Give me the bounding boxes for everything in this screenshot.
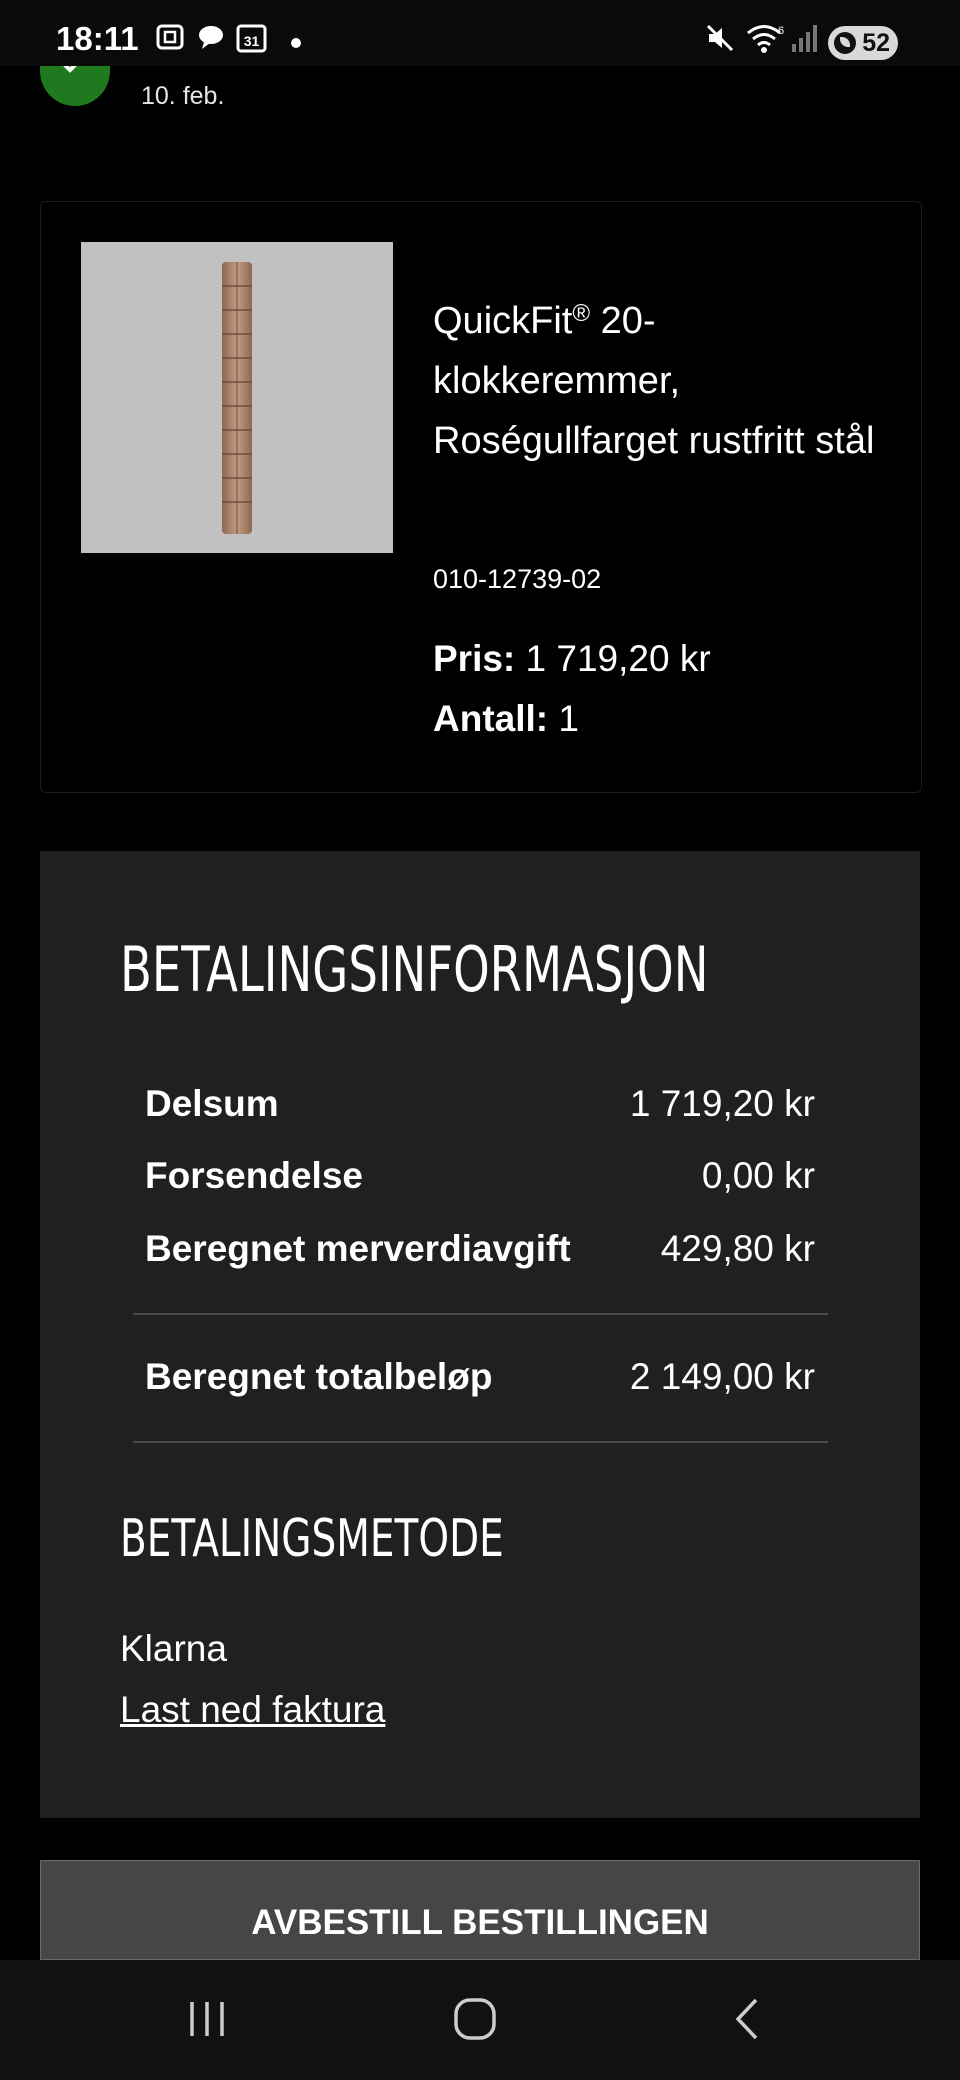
back-icon[interactable]: [728, 1996, 764, 2047]
download-invoice-link[interactable]: Last ned faktura: [120, 1689, 385, 1731]
chat-bubble-icon: [196, 22, 226, 57]
vat-value: 429,80 kr: [660, 1228, 815, 1269]
wifi-icon: 6: [746, 22, 786, 59]
svg-text:31: 31: [244, 33, 260, 49]
payment-info-heading: BETALINGSINFORMASJON: [120, 933, 709, 1006]
cancel-order-button[interactable]: AVBESTILL BESTILLINGEN: [40, 1860, 920, 1960]
shipping-label: Forsendelse: [145, 1155, 363, 1196]
power-saving-icon: [834, 32, 856, 54]
divider: [133, 1441, 828, 1443]
subtotal-row: Delsum 1 719,20 kr: [145, 1083, 815, 1133]
status-bar: 18:11 31 6 52: [0, 0, 960, 66]
calendar-icon: 31: [236, 22, 268, 59]
vat-label: Beregnet merverdiavgift: [145, 1228, 571, 1269]
navigation-bar: [0, 1960, 960, 2080]
mute-icon: [704, 22, 736, 59]
shipping-value: 0,00 kr: [701, 1155, 815, 1196]
watch-strap-image: [222, 262, 252, 534]
battery-icon: 52: [828, 26, 898, 60]
recent-apps-icon[interactable]: [186, 1996, 230, 2047]
subtotal-value: 1 719,20 kr: [629, 1083, 815, 1124]
payment-method-heading: BETALINGSMETODE: [120, 1509, 504, 1569]
shipping-row: Forsendelse 0,00 kr: [145, 1155, 815, 1205]
step-date: 10. feb.: [141, 82, 225, 110]
product-card: QuickFit® 20-klokkeremmer, Roségullfarge…: [40, 201, 922, 793]
screenshot-icon: [155, 22, 185, 57]
payment-method-name: Klarna: [120, 1628, 227, 1669]
payment-info-section: BETALINGSINFORMASJON Delsum 1 719,20 kr …: [40, 851, 920, 1818]
battery-level: 52: [862, 28, 890, 57]
total-value: 2 149,00 kr: [629, 1356, 815, 1397]
quantity-label: Antall:: [433, 698, 549, 739]
signal-icon: [790, 22, 820, 59]
product-price: Pris: 1 719,20 kr: [433, 638, 711, 680]
vat-row: Beregnet merverdiavgift 429,80 kr: [145, 1228, 815, 1278]
svg-text:6: 6: [778, 25, 784, 37]
divider: [133, 1313, 828, 1315]
price-value: 1 719,20 kr: [525, 638, 711, 679]
subtotal-label: Delsum: [145, 1083, 279, 1124]
total-row: Beregnet totalbeløp 2 149,00 kr: [145, 1356, 815, 1406]
product-quantity: Antall: 1: [433, 698, 579, 740]
quantity-value: 1: [558, 698, 579, 739]
product-name[interactable]: QuickFit® 20-klokkeremmer, Roségullfarge…: [433, 284, 893, 471]
home-icon[interactable]: [452, 1996, 498, 2047]
product-image[interactable]: [81, 242, 393, 553]
total-label: Beregnet totalbeløp: [145, 1356, 493, 1397]
product-sku: 010-12739-02: [433, 564, 602, 594]
status-time: 18:11: [56, 20, 139, 57]
notification-dot: [291, 38, 301, 48]
price-label: Pris:: [433, 638, 516, 679]
